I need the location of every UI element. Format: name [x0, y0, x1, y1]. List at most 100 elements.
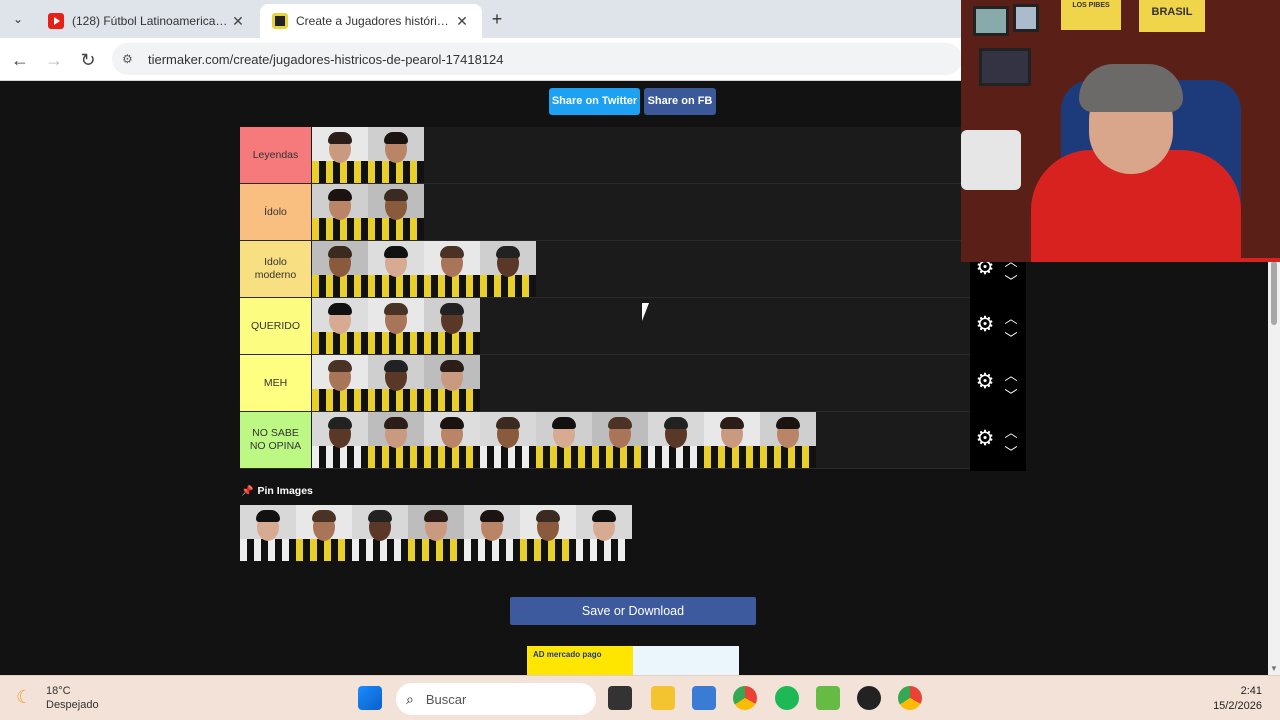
app-icon[interactable] [692, 686, 716, 710]
gear-icon[interactable]: ⚙ [974, 371, 996, 393]
player-image[interactable] [480, 412, 536, 468]
player-image[interactable] [312, 355, 368, 411]
player-image[interactable] [424, 241, 480, 297]
player-image[interactable] [408, 505, 464, 561]
taskbar-search[interactable]: ⌕ Buscar [396, 683, 596, 715]
chevron-down-icon[interactable]: ﹀ [1000, 271, 1022, 289]
obs-icon[interactable] [857, 686, 881, 710]
player-image[interactable] [648, 412, 704, 468]
ad-image [633, 646, 739, 675]
tier-items[interactable] [312, 412, 816, 468]
chrome-active-icon[interactable] [898, 686, 922, 710]
gear-icon[interactable]: ⚙ [974, 428, 996, 450]
tier-items[interactable] [312, 184, 424, 240]
tier-items[interactable] [312, 127, 424, 183]
weather-widget[interactable]: ☾ 18°C Despejado [16, 684, 99, 712]
tier-label[interactable]: Ídolo [240, 184, 311, 240]
windows-start-icon[interactable] [358, 686, 382, 710]
spotify-icon[interactable] [775, 686, 799, 710]
player-image[interactable] [536, 412, 592, 468]
new-tab-icon[interactable]: + [486, 8, 508, 30]
player-image[interactable] [368, 298, 424, 354]
clock-time: 2:41 [1240, 685, 1262, 697]
tier-items[interactable] [312, 298, 480, 354]
player-image[interactable] [368, 412, 424, 468]
jersey [536, 446, 592, 468]
tier-row: Idolo moderno [240, 241, 970, 298]
player-image[interactable] [368, 127, 424, 183]
tier-label[interactable]: MEH [240, 355, 311, 411]
chevron-down-icon[interactable]: ﹀ [1000, 385, 1022, 403]
tier-items[interactable] [312, 355, 480, 411]
clock[interactable]: 2:41 15/2/2026 [1213, 684, 1262, 714]
player-image[interactable] [704, 412, 760, 468]
player-image[interactable] [312, 412, 368, 468]
webcam-overlay: LOS PIBES BRASIL [961, 0, 1280, 262]
scroll-down-icon[interactable]: ▼ [1270, 664, 1278, 673]
player-image[interactable] [424, 412, 480, 468]
player-image[interactable] [760, 412, 816, 468]
player-image[interactable] [464, 505, 520, 561]
mercado-pago-ad[interactable]: AD mercado pago [527, 646, 739, 675]
hair [256, 510, 280, 522]
player-image[interactable] [312, 127, 368, 183]
share-fb-button[interactable]: Share on FB [644, 88, 716, 115]
url-text: tiermaker.com/create/jugadores-histricos… [148, 51, 504, 67]
player-image[interactable] [240, 505, 296, 561]
chevron-down-icon[interactable]: ﹀ [1000, 442, 1022, 460]
player-image[interactable] [352, 505, 408, 561]
tab-youtube[interactable]: (128) Fútbol Latinoamericano C ✕ [36, 4, 258, 38]
pin-images-label[interactable]: 📌 Pin Images [241, 485, 313, 497]
tab-search-icon[interactable]: ⌄ [6, 8, 30, 30]
player-image[interactable] [424, 298, 480, 354]
tier-label[interactable]: QUERIDO [240, 298, 311, 354]
player-image[interactable] [592, 412, 648, 468]
back-icon[interactable]: ← [6, 46, 34, 74]
player-image[interactable] [368, 241, 424, 297]
player-image[interactable] [312, 184, 368, 240]
file-explorer-icon[interactable] [651, 686, 675, 710]
ad-badge: AD [533, 650, 545, 659]
chevron-down-icon[interactable]: ﹀ [1000, 328, 1022, 346]
share-twitter-button[interactable]: Share on Twitter [549, 88, 640, 115]
ad-brand-text: mercado pago [546, 650, 602, 659]
player-image[interactable] [312, 241, 368, 297]
chrome-icon[interactable] [733, 686, 757, 710]
close-tab-icon[interactable]: ✕ [230, 13, 246, 30]
site-info-icon[interactable]: ⚙ [122, 52, 136, 66]
tier-label[interactable]: Leyendas [240, 127, 311, 183]
player-image[interactable] [424, 355, 480, 411]
save-or-download-button[interactable]: Save or Download [510, 597, 756, 625]
weather-desc: Despejado [46, 699, 99, 711]
chevron-up-icon[interactable]: ︿ [1000, 422, 1022, 440]
pin-icon: 📌 [241, 485, 254, 497]
address-bar[interactable]: ⚙ tiermaker.com/create/jugadores-histric… [112, 43, 962, 75]
close-tab-icon[interactable]: ✕ [454, 13, 470, 30]
scrollbar-thumb[interactable] [1271, 261, 1277, 325]
chevron-up-icon[interactable]: ︿ [1000, 365, 1022, 383]
pillow [961, 130, 1021, 190]
player-image[interactable] [520, 505, 576, 561]
tier-label[interactable]: Idolo moderno [240, 241, 311, 297]
gear-icon[interactable]: ⚙ [974, 314, 996, 336]
tier-label[interactable]: NO SABE NO OPINA [240, 412, 311, 468]
hair [328, 417, 352, 429]
hair [776, 417, 800, 429]
player-image[interactable] [368, 355, 424, 411]
chevron-up-icon[interactable]: ︿ [1000, 308, 1022, 326]
player-image[interactable] [368, 184, 424, 240]
person-hair [1079, 64, 1183, 112]
tier-items[interactable] [312, 241, 536, 297]
bluestacks-icon[interactable] [816, 686, 840, 710]
player-image[interactable] [576, 505, 632, 561]
player-image[interactable] [296, 505, 352, 561]
clock-date: 15/2/2026 [1213, 700, 1262, 712]
task-view-icon[interactable] [608, 686, 632, 710]
reload-icon[interactable]: ↻ [74, 46, 102, 74]
jersey [312, 275, 368, 297]
player-image[interactable] [480, 241, 536, 297]
player-image[interactable] [312, 298, 368, 354]
tab-tiermaker[interactable]: Create a Jugadores históricos d ✕ [260, 4, 482, 38]
forward-icon[interactable]: → [40, 46, 68, 74]
jersey [576, 539, 632, 561]
